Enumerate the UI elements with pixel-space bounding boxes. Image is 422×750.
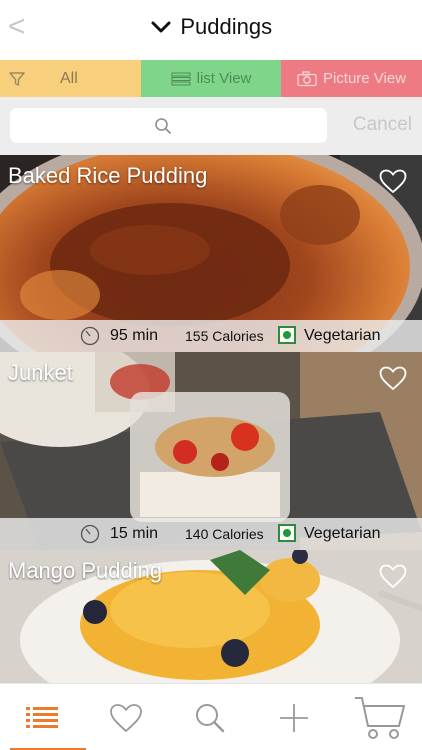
- cook-time: 95 min: [110, 327, 159, 344]
- filter-all-label: All: [60, 70, 78, 87]
- tab-favorites[interactable]: [84, 684, 168, 750]
- tab-cart[interactable]: [338, 684, 422, 750]
- picture-view-label: Picture View: [322, 70, 407, 87]
- filter-icon: [9, 72, 25, 86]
- heart-icon: [110, 703, 142, 732]
- tab-add[interactable]: [252, 684, 336, 750]
- list-view-icon: [171, 72, 191, 85]
- favorite-heart-icon[interactable]: [379, 366, 407, 391]
- search-bar: Cancel: [0, 97, 422, 155]
- bottom-tab-bar: [0, 683, 422, 750]
- tab-search[interactable]: [168, 684, 252, 750]
- chevron-down-icon: [151, 21, 171, 33]
- page-title: Puddings: [180, 14, 273, 39]
- search-input[interactable]: [10, 108, 327, 143]
- favorite-heart-icon[interactable]: [379, 564, 407, 589]
- favorite-heart-icon[interactable]: [379, 169, 407, 194]
- vegetarian-icon: [278, 524, 296, 542]
- vegetarian-icon: [278, 326, 296, 344]
- recipe-title: Baked Rice Pudding: [8, 163, 208, 188]
- calories: 140 Calories: [185, 526, 264, 542]
- cook-time: 15 min: [110, 525, 159, 542]
- list-icon: [26, 706, 58, 728]
- timer-icon: [80, 326, 100, 346]
- recipe-title: Mango Pudding: [8, 558, 163, 583]
- search-icon: [155, 118, 171, 134]
- list-view-label: list View: [196, 70, 252, 87]
- recipe-title: Junket: [8, 360, 73, 385]
- title-dropdown[interactable]: Puddings: [0, 14, 422, 40]
- plus-icon: [280, 703, 308, 732]
- diet-label: Vegetarian: [304, 525, 381, 542]
- diet-label: Vegetarian: [304, 327, 381, 344]
- calories: 155 Calories: [185, 328, 264, 344]
- recipe-card[interactable]: Baked Rice Pudding 95 min 155 Calories V…: [0, 155, 422, 352]
- list-view-button[interactable]: list View: [141, 60, 281, 97]
- recipe-info-bar: 95 min 155 Calories Vegetarian: [0, 320, 422, 352]
- camera-icon: [297, 70, 317, 86]
- nav-header: < Puddings: [0, 0, 422, 60]
- recipe-info-bar: 15 min 140 Calories Vegetarian: [0, 518, 422, 550]
- view-filter-bar: All list View Picture View: [0, 60, 422, 97]
- search-icon: [196, 703, 225, 732]
- recipe-card[interactable]: Mango Pudding: [0, 550, 422, 683]
- cancel-button[interactable]: Cancel: [353, 114, 412, 136]
- timer-icon: [80, 524, 100, 544]
- recipe-card[interactable]: Junket 15 min 140 Calories Vegetarian: [0, 352, 422, 550]
- filter-all-button[interactable]: All: [0, 60, 141, 97]
- cart-icon: [355, 696, 405, 739]
- tab-list[interactable]: [0, 684, 86, 750]
- picture-view-button[interactable]: Picture View: [281, 60, 422, 97]
